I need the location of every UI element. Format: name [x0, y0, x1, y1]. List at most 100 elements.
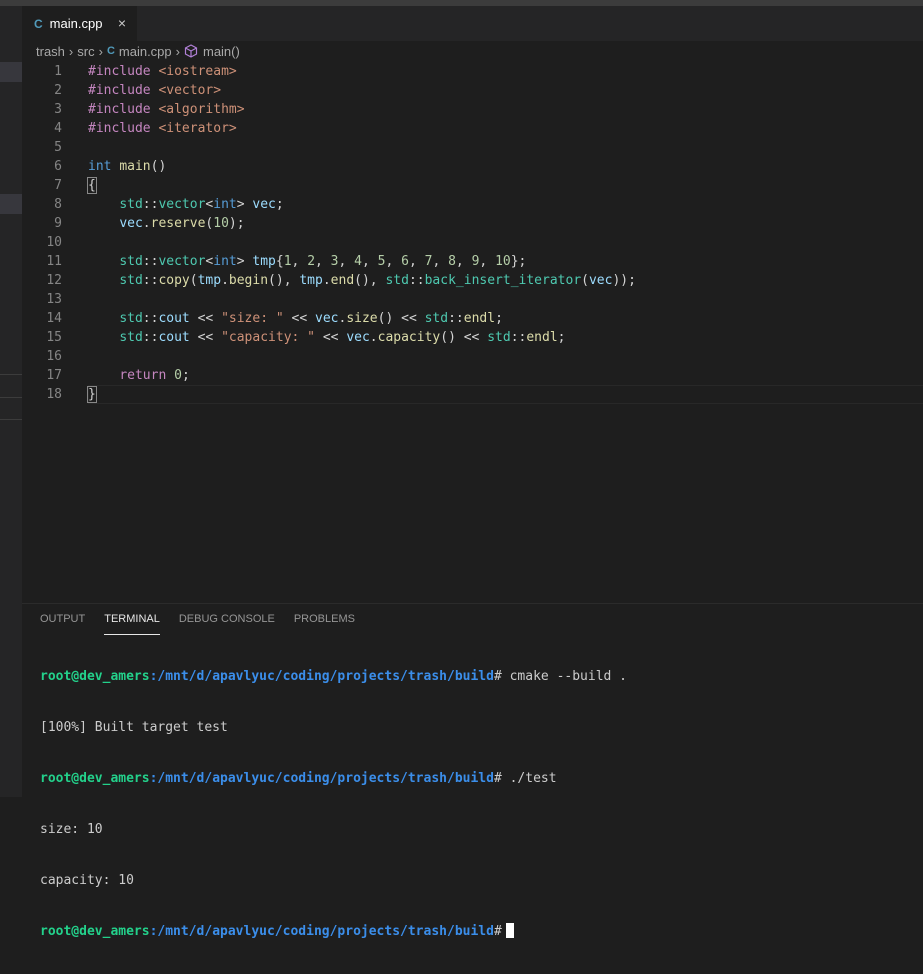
- code-token: end: [330, 273, 355, 288]
- code-token: vec: [588, 273, 613, 288]
- code-token: (: [189, 273, 198, 288]
- terminal-path: :/mnt/d/apavlyuc/coding/projects/trash/b…: [149, 669, 494, 684]
- tab-main-cpp[interactable]: C main.cpp ×: [22, 6, 137, 41]
- code-token: 0: [174, 368, 182, 383]
- code-token: vec: [315, 311, 339, 326]
- tab-debug-console[interactable]: DEBUG CONSOLE: [179, 612, 275, 634]
- line-number: 7: [54, 178, 62, 193]
- code-text: #include <iterator>: [88, 119, 237, 138]
- code-text: std::vector<int> tmp{1, 2, 3, 4, 5, 6, 7…: [88, 252, 526, 271]
- tab-problems[interactable]: PROBLEMS: [294, 612, 355, 634]
- code-token: ;: [181, 368, 190, 383]
- breadcrumb-folder-trash[interactable]: trash: [36, 44, 65, 59]
- code-token: 1: [283, 254, 292, 269]
- code-token: .: [142, 216, 151, 231]
- code-line: 8 std::vector<int> vec;: [22, 195, 923, 214]
- code-token: std: [487, 330, 511, 345]
- sidebar-divider: [0, 374, 22, 375]
- code-token: tmp: [197, 273, 222, 288]
- code-token: 6: [401, 254, 409, 269]
- code-text: }: [87, 385, 97, 404]
- line-number: 9: [54, 216, 62, 231]
- code-token: .: [221, 273, 229, 288]
- line-number: 5: [54, 140, 62, 155]
- code-token: ::: [142, 273, 159, 288]
- sidebar-divider-3: [0, 419, 22, 420]
- close-icon[interactable]: ×: [118, 15, 126, 31]
- terminal-command: # ./test: [493, 771, 557, 786]
- method-cube-icon: [184, 44, 198, 58]
- line-number: 12: [46, 273, 62, 288]
- chevron-right-icon: ›: [68, 43, 74, 59]
- line-number: 8: [54, 197, 62, 212]
- code-editor[interactable]: 1 #include <iostream> 2 #include <vector> 3 #…: [22, 62, 923, 602]
- code-token: std: [385, 273, 409, 288]
- chevron-right-icon: ›: [98, 43, 103, 59]
- code-line: 6 int main(): [22, 157, 923, 176]
- line-number: 13: [46, 292, 62, 307]
- tab-terminal[interactable]: TERMINAL: [104, 612, 160, 635]
- code-token: ::: [408, 273, 425, 288]
- code-token: ::: [142, 330, 159, 345]
- code-token: capacity: [377, 330, 441, 345]
- tab-label: main.cpp: [49, 16, 103, 31]
- code-token: ,: [408, 254, 425, 269]
- current-line-highlight: [88, 385, 923, 404]
- code-token: vec: [119, 216, 143, 231]
- breadcrumb-file[interactable]: main.cpp: [119, 44, 172, 59]
- code-text: #include <algorithm>: [88, 100, 245, 119]
- code-token: #include: [88, 121, 159, 136]
- terminal-user: root@dev_amers: [40, 924, 150, 939]
- code-token: (: [581, 273, 589, 288]
- breadcrumb-symbol[interactable]: main(): [203, 44, 240, 59]
- code-token: <<: [315, 330, 347, 345]
- code-token: ,: [338, 254, 355, 269]
- code-text: std::cout << "size: " << vec.size() << s…: [88, 309, 503, 328]
- code-token: vector: [158, 197, 206, 212]
- code-line: 14 std::cout << "size: " << vec.size() <…: [22, 309, 923, 328]
- code-token: () <<: [377, 311, 425, 326]
- sidebar-selected-item[interactable]: [0, 62, 22, 82]
- code-token: size: [346, 311, 378, 326]
- code-token: {: [87, 177, 97, 194]
- line-number: 1: [54, 64, 62, 79]
- code-token: () <<: [440, 330, 488, 345]
- line-number: 2: [54, 83, 62, 98]
- chevron-right-icon: ›: [175, 43, 180, 59]
- code-text: int main(): [88, 157, 166, 176]
- code-token: <<: [189, 311, 222, 326]
- terminal-line: capacity: 10: [40, 873, 134, 888]
- terminal-output[interactable]: root@dev_amers :/mnt/d/apavlyuc/coding/pr…: [40, 634, 627, 974]
- terminal-line: root@dev_amers:/mnt/d/apavlyuc/coding/pr…: [40, 923, 627, 940]
- code-token: ::: [142, 254, 159, 269]
- code-token: ::: [448, 311, 464, 326]
- code-token: ;: [495, 311, 503, 326]
- code-token: ,: [479, 254, 496, 269]
- code-token: };: [510, 254, 527, 269]
- sidebar-selected-item-2[interactable]: [0, 194, 22, 214]
- code-line: 12 std::copy(tmp.begin(), tmp.end(), std…: [22, 271, 923, 290]
- code-token: main: [119, 159, 151, 174]
- terminal-command: # cmake --build .: [493, 669, 628, 684]
- code-line: 15 std::cout << "capacity: " << vec.capa…: [22, 328, 923, 347]
- code-token: ,: [455, 254, 472, 269]
- line-number: 6: [54, 159, 62, 174]
- code-token: std: [119, 330, 143, 345]
- code-text: std::copy(tmp.begin(), tmp.end(), std::b…: [88, 271, 636, 290]
- code-line: 18}: [22, 385, 923, 404]
- code-text: vec.reserve(10);: [88, 214, 244, 233]
- breadcrumb-folder-src[interactable]: src: [77, 44, 94, 59]
- code-token: ,: [432, 254, 449, 269]
- terminal-line: root@dev_amers:/mnt/d/apavlyuc/coding/pr…: [40, 668, 627, 685]
- code-token: int: [88, 159, 112, 174]
- tab-output[interactable]: OUTPUT: [40, 612, 85, 634]
- line-number: 16: [46, 349, 62, 364]
- line-number: 18: [46, 387, 62, 402]
- editor-tab-bar: C main.cpp ×: [22, 6, 923, 41]
